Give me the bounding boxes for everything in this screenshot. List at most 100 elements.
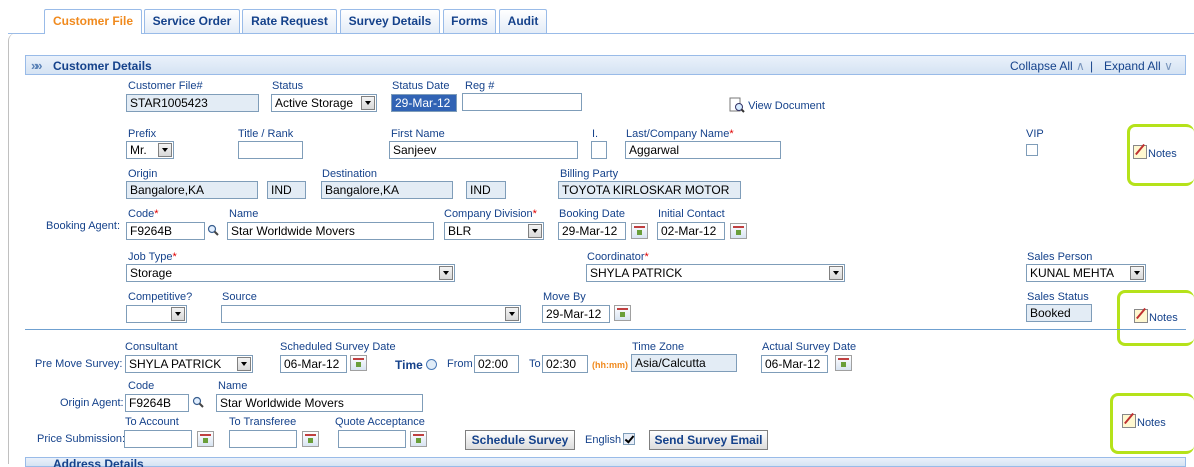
- from-time-field[interactable]: 02:00: [474, 355, 519, 373]
- first-name-field[interactable]: Sanjeev: [389, 141, 578, 159]
- reg-label: Reg #: [465, 80, 495, 92]
- quote-acceptance-field[interactable]: [338, 430, 406, 448]
- consultant-select[interactable]: SHYLA PATRICK: [125, 355, 253, 373]
- calendar-icon[interactable]: [835, 355, 852, 371]
- booking-agent-code-field[interactable]: F9264B: [126, 222, 205, 240]
- tab-forms[interactable]: Forms: [443, 9, 496, 33]
- initial-contact-field[interactable]: 02-Mar-12: [657, 222, 725, 240]
- calendar-icon[interactable]: [614, 305, 631, 321]
- prefix-select[interactable]: Mr.: [126, 141, 174, 159]
- section-divider: [25, 329, 1186, 330]
- time-zone-label: Time Zone: [632, 341, 685, 353]
- to-transferee-label: To Transferee: [229, 416, 297, 428]
- customer-file-label: Customer File#: [128, 80, 203, 92]
- calendar-icon[interactable]: [730, 223, 747, 239]
- booking-date-field[interactable]: 29-Mar-12: [558, 222, 626, 240]
- source-select[interactable]: [221, 305, 521, 323]
- search-icon[interactable]: [192, 396, 204, 408]
- title-rank-field[interactable]: [238, 141, 303, 159]
- chevron-down-icon: [528, 224, 542, 238]
- destination-country-field[interactable]: IND: [466, 181, 506, 199]
- expand-chevron-icon: »»: [31, 58, 43, 73]
- sales-person-label: Sales Person: [1027, 251, 1093, 263]
- origin-agent-name-field[interactable]: Star Worldwide Movers: [216, 394, 423, 412]
- tab-rate-request[interactable]: Rate Request: [242, 9, 337, 33]
- search-icon[interactable]: [207, 224, 219, 236]
- initial-field[interactable]: [591, 141, 607, 159]
- destination-city-field[interactable]: Bangalore,KA: [321, 181, 453, 199]
- send-survey-email-button[interactable]: Send Survey Email: [649, 430, 768, 450]
- quote-acceptance-label: Quote Acceptance: [335, 416, 425, 428]
- scheduled-survey-label: Scheduled Survey Date: [280, 341, 396, 353]
- competitive-label: Competitive?: [128, 291, 193, 303]
- chevron-down-icon: [171, 307, 185, 321]
- notes-link-1[interactable]: Notes: [1133, 145, 1177, 160]
- company-division-select[interactable]: BLR: [444, 222, 544, 240]
- initial-label: I.: [592, 128, 599, 140]
- view-document-link[interactable]: View Document: [729, 97, 825, 113]
- billing-party-label: Billing Party: [560, 168, 619, 180]
- origin-label: Origin: [128, 168, 158, 180]
- origin-agent-label: Origin Agent:: [60, 397, 124, 409]
- collapse-all-link[interactable]: Collapse All ∧: [1010, 59, 1085, 73]
- status-date-field[interactable]: 29-Mar-12: [391, 94, 457, 112]
- clock-icon: [426, 359, 438, 370]
- status-label: Status: [272, 80, 304, 92]
- calendar-icon[interactable]: [631, 223, 648, 239]
- move-by-label: Move By: [543, 291, 586, 303]
- oa-code-label: Code: [128, 380, 155, 392]
- sales-status-label: Sales Status: [1027, 291, 1089, 303]
- chevron-down-icon: [158, 143, 172, 157]
- section-title: Customer Details: [53, 59, 152, 73]
- address-details-header[interactable]: Address Details: [25, 457, 1186, 467]
- tab-audit[interactable]: Audit: [499, 9, 547, 33]
- english-checkbox[interactable]: [623, 433, 635, 445]
- competitive-select[interactable]: [126, 305, 187, 323]
- schedule-survey-button[interactable]: Schedule Survey: [465, 430, 575, 450]
- sales-person-select[interactable]: KUNAL MEHTA: [1026, 264, 1146, 282]
- english-label: English: [585, 434, 622, 446]
- destination-label: Destination: [322, 168, 378, 180]
- status-select[interactable]: Active Storage: [271, 94, 377, 112]
- notes-link-3[interactable]: Notes: [1122, 414, 1166, 429]
- reg-field[interactable]: [462, 93, 582, 111]
- calendar-icon[interactable]: [302, 431, 319, 447]
- calendar-icon[interactable]: [197, 431, 214, 447]
- tab-survey-details[interactable]: Survey Details: [340, 9, 440, 33]
- origin-agent-code-field[interactable]: F9264B: [125, 394, 189, 412]
- tab-customer-file[interactable]: Customer File: [44, 9, 142, 34]
- coordinator-label: Coordinator*: [587, 251, 649, 263]
- scheduled-survey-field[interactable]: 06-Mar-12: [280, 355, 347, 373]
- title-rank-label: Title / Rank: [238, 128, 294, 140]
- origin-city-field[interactable]: Bangalore,KA: [126, 181, 258, 199]
- notes-link-2[interactable]: Notes: [1134, 309, 1178, 324]
- calendar-icon[interactable]: [410, 431, 427, 447]
- chevron-down-icon: [237, 357, 251, 371]
- to-account-field[interactable]: [124, 430, 192, 448]
- chevron-down-icon: [439, 266, 453, 280]
- notes-icon: [1134, 309, 1148, 323]
- vip-checkbox[interactable]: [1026, 144, 1038, 156]
- move-by-field[interactable]: 29-Mar-12: [542, 305, 610, 323]
- time-zone-field[interactable]: Asia/Calcutta: [631, 354, 737, 372]
- origin-country-field[interactable]: IND: [267, 181, 306, 199]
- customer-details-header[interactable]: »» Customer Details Collapse All ∧ | Exp…: [25, 55, 1186, 75]
- customer-file-field[interactable]: STAR1005423: [126, 94, 259, 112]
- chevron-down-icon: [505, 307, 519, 321]
- to-transferee-field[interactable]: [229, 430, 297, 448]
- job-type-select[interactable]: Storage: [126, 264, 455, 282]
- last-name-field[interactable]: Aggarwal: [625, 141, 781, 159]
- billing-party-field[interactable]: TOYOTA KIRLOSKAR MOTOR: [558, 181, 741, 199]
- to-account-label: To Account: [125, 416, 179, 428]
- calendar-icon[interactable]: [350, 355, 367, 371]
- to-time-field[interactable]: 02:30: [542, 355, 588, 373]
- time-label: Time: [395, 358, 438, 372]
- coordinator-select[interactable]: SHYLA PATRICK: [586, 264, 845, 282]
- last-name-label: Last/Company Name*: [626, 128, 734, 140]
- actual-survey-field[interactable]: 06-Mar-12: [761, 355, 828, 373]
- job-type-label: Job Type*: [128, 251, 177, 263]
- sales-status-field[interactable]: Booked: [1026, 304, 1092, 322]
- booking-agent-name-field[interactable]: Star Worldwide Movers: [227, 222, 434, 240]
- tab-service-order[interactable]: Service Order: [144, 9, 240, 33]
- expand-all-link[interactable]: Expand All ∨: [1104, 59, 1173, 73]
